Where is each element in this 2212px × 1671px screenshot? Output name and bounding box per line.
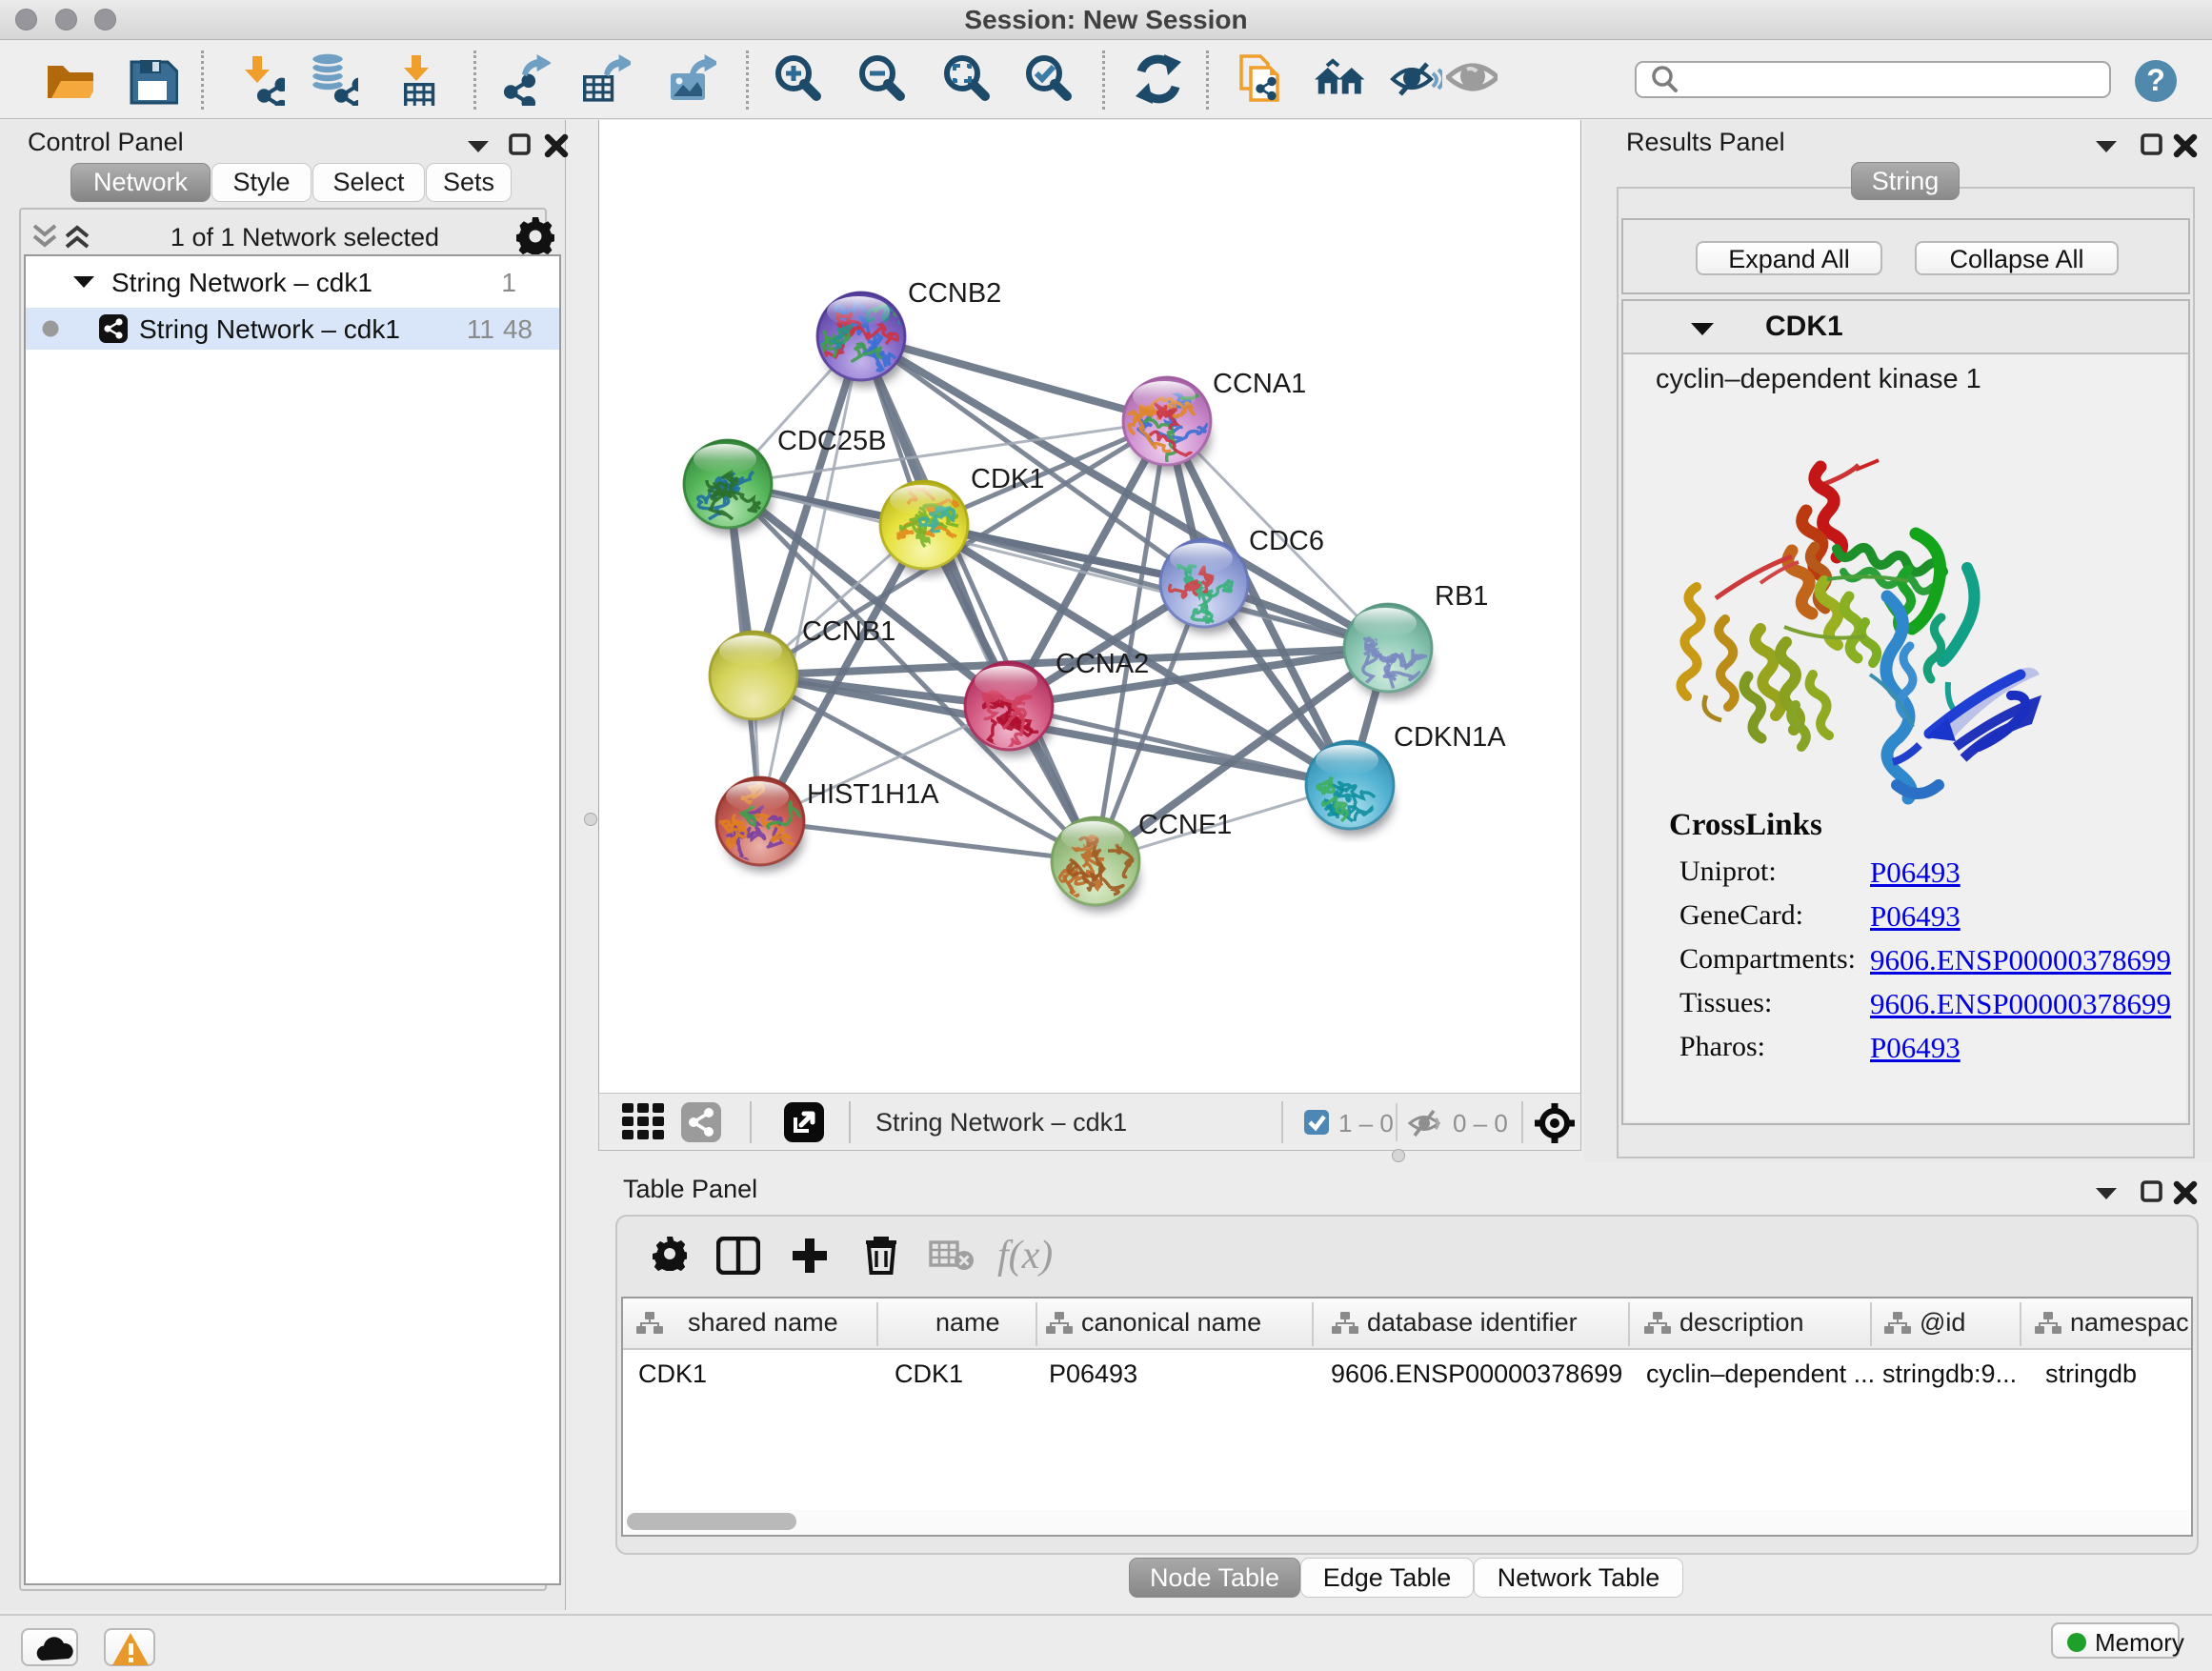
svg-text:CCNE1: CCNE1: [1138, 810, 1232, 840]
svg-text:CCNA1: CCNA1: [1213, 369, 1306, 399]
svg-text:?: ?: [2146, 63, 2165, 97]
svg-text:HIST1H1A: HIST1H1A: [807, 779, 939, 810]
svg-text:CDC6: CDC6: [1249, 526, 1324, 556]
svg-text:CDKN1A: CDKN1A: [1394, 722, 1506, 753]
svg-text:CCNA2: CCNA2: [1056, 649, 1149, 679]
svg-text:CDK1: CDK1: [971, 464, 1044, 494]
svg-text:RB1: RB1: [1435, 581, 1488, 612]
svg-text:CCNB1: CCNB1: [802, 616, 895, 647]
svg-text:CDC25B: CDC25B: [777, 426, 886, 456]
svg-text:CCNB2: CCNB2: [908, 278, 1001, 309]
